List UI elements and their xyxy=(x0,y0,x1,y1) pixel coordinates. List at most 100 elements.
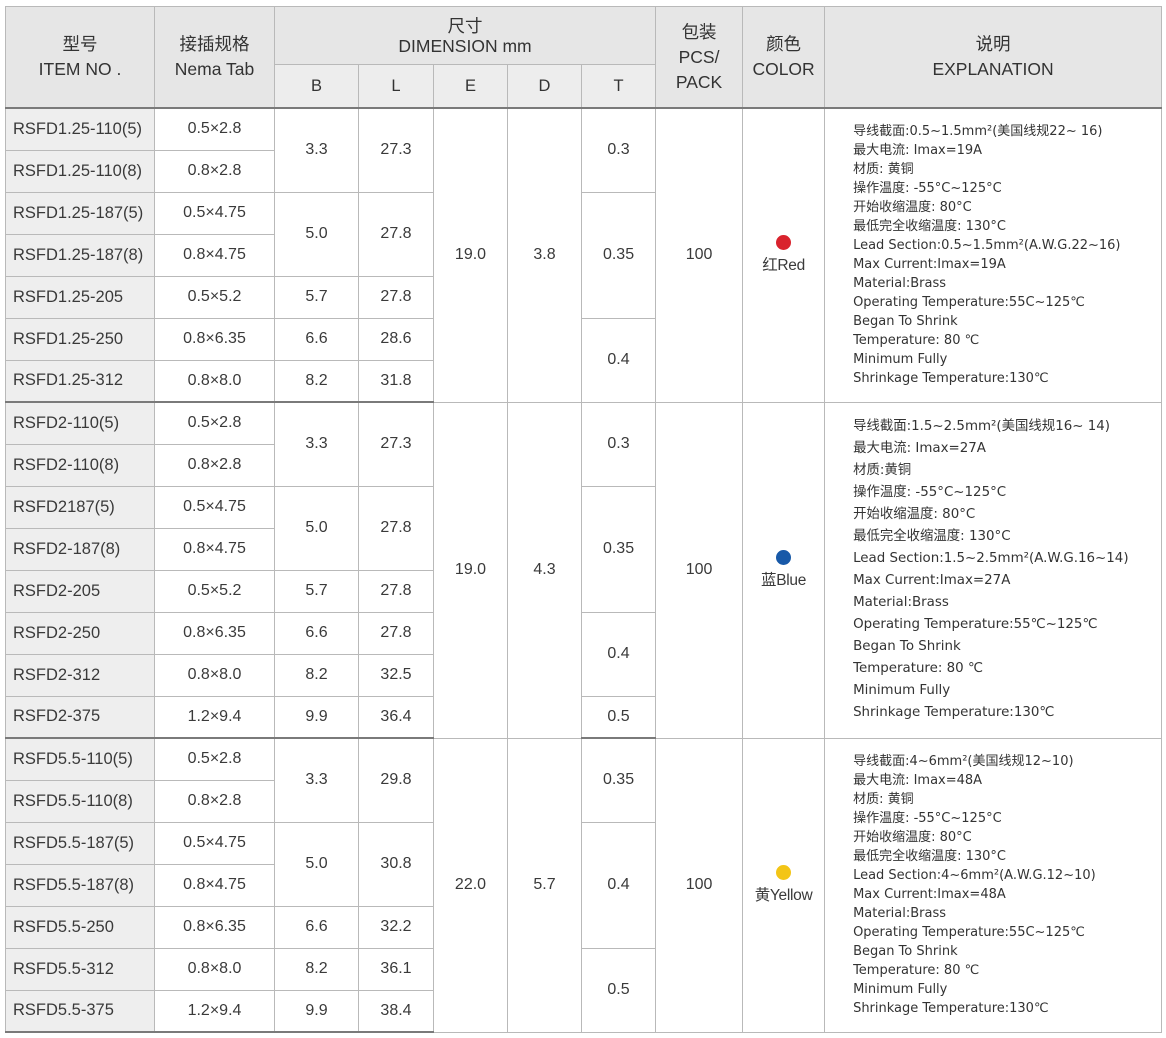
item-no-cell: RSFD2-187(8) xyxy=(5,527,155,571)
l-cell: 32.5 xyxy=(358,653,434,697)
explanation-line: 导线截面:0.5~1.5mm²(美国线规22~ 16) xyxy=(853,124,1103,140)
nema-tab-cell: 0.8×4.75 xyxy=(154,863,275,907)
nema-tab-cell: 0.5×4.75 xyxy=(154,821,275,865)
l-cell: 27.8 xyxy=(358,569,434,613)
header-explanation-en: EXPLANATION xyxy=(932,59,1054,79)
t-cell: 0.3 xyxy=(580,107,657,193)
nema-tab-cell: 0.5×5.2 xyxy=(154,275,275,319)
table-body: RSFD1.25-110(5) 0.5×2.8 3.3 27.3 19.0 3.… xyxy=(5,107,1163,1033)
explanation-line: Material:Brass xyxy=(853,276,947,292)
b-cell: 9.9 xyxy=(274,989,359,1033)
explanation-line: 导线截面:1.5~2.5mm²(美国线规16~ 14) xyxy=(853,419,1110,434)
explanation-line: Max Current:Imax=27A xyxy=(853,573,1011,588)
color-cell: 黄Yellow xyxy=(742,737,826,1033)
header-item-no: 型号 ITEM NO . xyxy=(5,6,155,109)
e-cell: 19.0 xyxy=(433,401,508,739)
l-cell: 36.4 xyxy=(358,695,434,739)
explanation-line: 材质:黄铜 xyxy=(853,463,912,478)
explanation-line: Temperature: 80 ℃ xyxy=(853,333,980,349)
item-no-cell: RSFD2-312 xyxy=(5,653,155,697)
color-label: 黄Yellow xyxy=(754,887,813,904)
table-row: RSFD5.5-110(5) 0.5×2.8 3.3 29.8 22.0 5.7… xyxy=(5,737,1163,1033)
l-cell: 38.4 xyxy=(358,989,434,1033)
b-cell: 5.7 xyxy=(274,569,359,613)
header-item-en: ITEM NO . xyxy=(38,59,122,79)
explanation-line: Material:Brass xyxy=(853,595,949,610)
nema-tab-cell: 0.8×4.75 xyxy=(154,527,275,571)
header-dimension-cn: 尺寸 xyxy=(447,15,483,36)
item-no-cell: RSFD2-205 xyxy=(5,569,155,613)
item-no-cell: RSFD2-375 xyxy=(5,695,155,739)
item-no-cell: RSFD5.5-250 xyxy=(5,905,155,949)
explanation-line: Minimum Fully xyxy=(853,352,948,368)
explanation-line: 开始收缩温度: 80°C xyxy=(853,830,972,845)
t-cell: 0.35 xyxy=(580,737,657,823)
yellow-dot-icon xyxy=(776,865,792,880)
item-no-cell: RSFD1.25-312 xyxy=(5,359,155,403)
explanation-line: Began To Shrink xyxy=(853,639,961,654)
t-cell: 0.5 xyxy=(580,947,657,1033)
explanation-line: Began To Shrink xyxy=(853,944,958,959)
explanation-line: Operating Temperature:55C~125℃ xyxy=(853,925,1085,940)
header-color: 颜色 COLOR xyxy=(742,6,826,109)
table-row: RSFD2-110(5) 0.5×2.8 3.3 27.3 19.0 4.3 0… xyxy=(5,401,1163,739)
l-cell: 27.8 xyxy=(358,275,434,319)
l-cell: 27.8 xyxy=(358,485,434,571)
red-dot-icon xyxy=(776,235,792,251)
nema-tab-cell: 0.8×8.0 xyxy=(154,653,275,697)
blue-dot-icon xyxy=(776,550,792,565)
header-nema-tab: 接插规格 Nema Tab xyxy=(154,6,275,109)
explanation-line: Lead Section:1.5~2.5mm²(A.W.G.16~14) xyxy=(853,551,1129,566)
explanation-line: 开始收缩温度: 80°C xyxy=(853,507,976,522)
explanation-line: Lead Section:0.5~1.5mm²(A.W.G.22~16) xyxy=(853,238,1121,254)
header-pack-cn: 包装 xyxy=(681,21,717,42)
b-cell: 3.3 xyxy=(274,107,359,193)
pack-cell: 100 xyxy=(655,401,744,739)
explanation-cell: 导线截面:4~6mm²(美国线规12~10) 最大电流: Imax=48A 材质: … xyxy=(824,737,1163,1033)
nema-tab-cell: 0.8×6.35 xyxy=(154,905,275,949)
nema-tab-cell: 0.5×2.8 xyxy=(154,737,275,781)
header-l: L xyxy=(358,64,434,109)
explanation-line: 操作温度: -55°C~125°C xyxy=(853,485,1007,500)
explanation-line: Began To Shrink xyxy=(853,314,958,330)
explanation-line: Temperature: 80 ℃ xyxy=(853,963,980,978)
b-cell: 5.0 xyxy=(274,485,359,571)
explanation-line: Material:Brass xyxy=(853,906,947,921)
nema-tab-cell: 0.5×4.75 xyxy=(154,191,275,235)
b-cell: 5.0 xyxy=(274,821,359,907)
nema-tab-cell: 0.5×4.75 xyxy=(154,485,275,529)
nema-tab-cell: 0.8×6.35 xyxy=(154,611,275,655)
b-cell: 3.3 xyxy=(274,401,359,487)
table-header: 型号 ITEM NO . 接插规格 Nema Tab 尺寸 DIMENSION … xyxy=(5,6,1163,109)
t-cell: 0.35 xyxy=(580,485,657,613)
explanation-line: 导线截面:4~6mm²(美国线规12~10) xyxy=(853,754,1074,769)
nema-tab-cell: 0.8×8.0 xyxy=(154,947,275,991)
nema-tab-cell: 0.8×8.0 xyxy=(154,359,275,403)
l-cell: 31.8 xyxy=(358,359,434,403)
color-label: 红Red xyxy=(762,257,805,275)
nema-tab-cell: 0.8×6.35 xyxy=(154,317,275,361)
header-nema-en: Nema Tab xyxy=(174,59,255,79)
header-color-cn: 颜色 xyxy=(766,34,802,54)
item-no-cell: RSFD5.5-375 xyxy=(5,989,155,1033)
l-cell: 27.8 xyxy=(358,191,434,277)
explanation-line: 材质: 黄铜 xyxy=(853,162,914,178)
item-no-cell: RSFD1.25-110(5) xyxy=(5,107,155,151)
d-cell: 4.3 xyxy=(507,401,582,739)
item-no-cell: RSFD5.5-187(5) xyxy=(5,821,155,865)
b-cell: 9.9 xyxy=(274,695,359,739)
l-cell: 28.6 xyxy=(358,317,434,361)
explanation-line: 最低完全收缩温度: 130°C xyxy=(853,529,1011,544)
t-cell: 0.5 xyxy=(580,695,657,739)
header-explanation: 说明 EXPLANATION xyxy=(824,6,1163,109)
b-cell: 5.0 xyxy=(274,191,359,277)
item-no-cell: RSFD2-110(5) xyxy=(5,401,155,445)
e-cell: 22.0 xyxy=(433,737,508,1033)
nema-tab-cell: 0.5×5.2 xyxy=(154,569,275,613)
d-cell: 5.7 xyxy=(507,737,582,1033)
b-cell: 3.3 xyxy=(274,737,359,823)
explanation-line: Operating Temperature:55℃~125℃ xyxy=(853,617,1098,632)
pack-cell: 100 xyxy=(655,737,744,1033)
d-cell: 3.8 xyxy=(507,107,582,403)
explanation-line: 最低完全收缩温度: 130°C xyxy=(853,849,1006,864)
